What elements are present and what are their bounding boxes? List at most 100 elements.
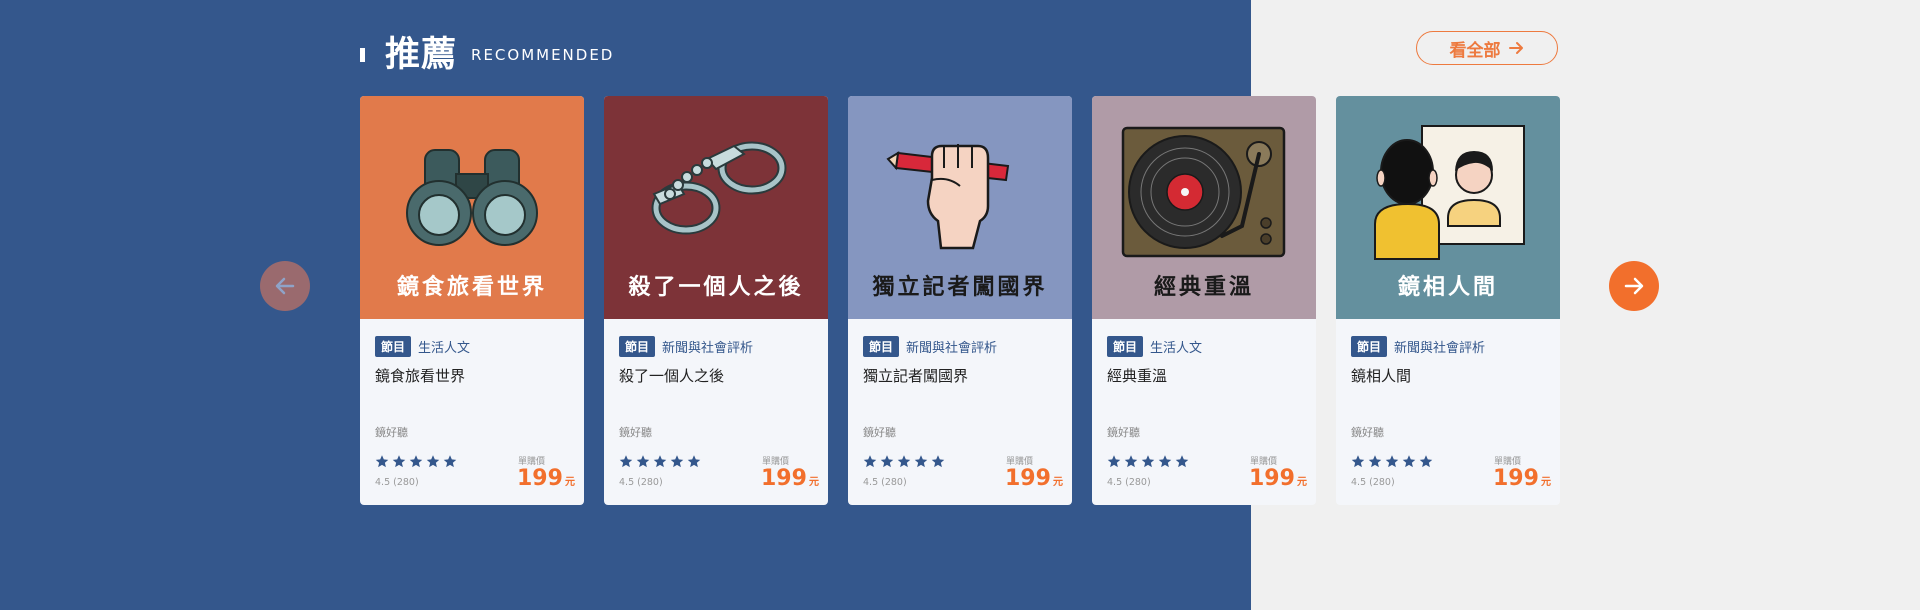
category-link[interactable]: 生活人文 [1150,337,1202,356]
rating-text: 4.5 (280) [863,477,907,488]
star-icon [897,455,911,468]
card-tags: 節目 新聞與社會評析 [863,336,997,357]
star-icon [426,455,440,468]
card-title[interactable]: 經典重溫 [1107,365,1167,386]
category-link[interactable]: 生活人文 [418,337,470,356]
publisher: 鏡好聽 [375,426,408,439]
type-badge: 節目 [863,336,900,357]
star-icon [1175,455,1189,468]
program-card[interactable]: 獨立記者闖國界 節目 新聞與社會評析 獨立記者闖國界 鏡好聽 4.5 (280)… [848,96,1072,505]
card-cover: 鏡相人間 [1336,96,1560,319]
price: 199 元 [1249,466,1307,491]
rating-text: 4.5 (280) [375,477,419,488]
price: 199 元 [1005,466,1063,491]
star-icon [670,455,684,468]
star-rating [374,454,458,469]
card-tags: 節目 生活人文 [1107,336,1202,357]
star-icon [687,455,701,468]
star-icon [392,455,406,468]
program-card[interactable]: 鏡食旅看世界 節目 生活人文 鏡食旅看世界 鏡好聽 4.5 (280) 單購價 … [360,96,584,505]
star-icon [636,455,650,468]
star-icon [409,455,423,468]
star-icon [443,455,457,468]
header-accent-bar [360,48,365,62]
section-title: 推薦 [385,34,458,75]
publisher: 鏡好聽 [1351,426,1384,439]
section-subtitle: RECOMMENDED [471,46,615,64]
section-header: 推薦 RECOMMENDED [360,28,615,75]
star-icon [863,455,877,468]
arrow-left-icon [275,277,295,295]
arrow-right-small-icon [1508,42,1523,54]
star-icon [1141,455,1155,468]
type-badge: 節目 [1107,336,1144,357]
price-unit: 元 [1296,477,1307,488]
see-all-button[interactable]: 看全部 [1416,31,1558,65]
price: 199 元 [761,466,819,491]
publisher: 鏡好聽 [619,426,652,439]
star-icon [1124,455,1138,468]
card-cover: 獨立記者闖國界 [848,96,1072,319]
category-link[interactable]: 新聞與社會評析 [662,337,753,356]
price-unit: 元 [564,477,575,488]
cover-title: 鏡相人間 [1397,275,1498,300]
type-badge: 節目 [619,336,656,357]
cover-title: 經典重溫 [1153,275,1254,300]
rating-text: 4.5 (280) [1351,477,1395,488]
type-badge: 節目 [375,336,412,357]
star-icon [1351,455,1365,468]
card-title[interactable]: 鏡相人間 [1351,365,1411,386]
price-unit: 元 [1540,477,1551,488]
star-icon [931,455,945,468]
price-value: 199 [761,466,807,491]
star-icon [1402,455,1416,468]
program-card[interactable]: 殺了一個人之後 節目 新聞與社會評析 殺了一個人之後 鏡好聽 4.5 (280)… [604,96,828,505]
star-icon [914,455,928,468]
card-title[interactable]: 鏡食旅看世界 [375,365,465,386]
rating-text: 4.5 (280) [619,477,663,488]
card-cover: 經典重溫 [1092,96,1316,319]
price-unit: 元 [808,477,819,488]
cover-title: 殺了一個人之後 [628,275,804,300]
rating-text: 4.5 (280) [1107,477,1151,488]
price: 199 元 [517,466,575,491]
cover-title: 鏡食旅看世界 [396,275,547,300]
see-all-label: 看全部 [1449,40,1501,61]
star-icon [1158,455,1172,468]
star-icon [1368,455,1382,468]
carousel-next-button[interactable] [1609,261,1659,311]
star-rating [1350,454,1434,469]
card-title[interactable]: 殺了一個人之後 [619,365,724,386]
publisher: 鏡好聽 [863,426,896,439]
star-rating [1106,454,1190,469]
cover-title: 獨立記者闖國界 [872,275,1048,300]
star-icon [1107,455,1121,468]
category-link[interactable]: 新聞與社會評析 [1394,337,1485,356]
card-cover: 鏡食旅看世界 [360,96,584,319]
card-cover: 殺了一個人之後 [604,96,828,319]
carousel-prev-button[interactable] [260,261,310,311]
category-link[interactable]: 新聞與社會評析 [906,337,997,356]
card-tags: 節目 生活人文 [375,336,470,357]
price-value: 199 [1005,466,1051,491]
star-icon [880,455,894,468]
price-value: 199 [1249,466,1295,491]
card-tags: 節目 新聞與社會評析 [619,336,753,357]
star-icon [619,455,633,468]
star-rating [618,454,702,469]
star-icon [375,455,389,468]
star-rating [862,454,946,469]
program-card[interactable]: 鏡相人間 節目 新聞與社會評析 鏡相人間 鏡好聽 4.5 (280) 單購價 1… [1336,96,1560,505]
star-icon [653,455,667,468]
card-tags: 節目 新聞與社會評析 [1351,336,1485,357]
price-value: 199 [1493,466,1539,491]
star-icon [1419,455,1433,468]
card-title[interactable]: 獨立記者闖國界 [863,365,968,386]
price-unit: 元 [1052,477,1063,488]
publisher: 鏡好聽 [1107,426,1140,439]
arrow-right-icon [1624,277,1644,295]
star-icon [1385,455,1399,468]
type-badge: 節目 [1351,336,1388,357]
program-card[interactable]: 經典重溫 節目 生活人文 經典重溫 鏡好聽 4.5 (280) 單購價 199 元 [1092,96,1316,505]
price: 199 元 [1493,466,1551,491]
